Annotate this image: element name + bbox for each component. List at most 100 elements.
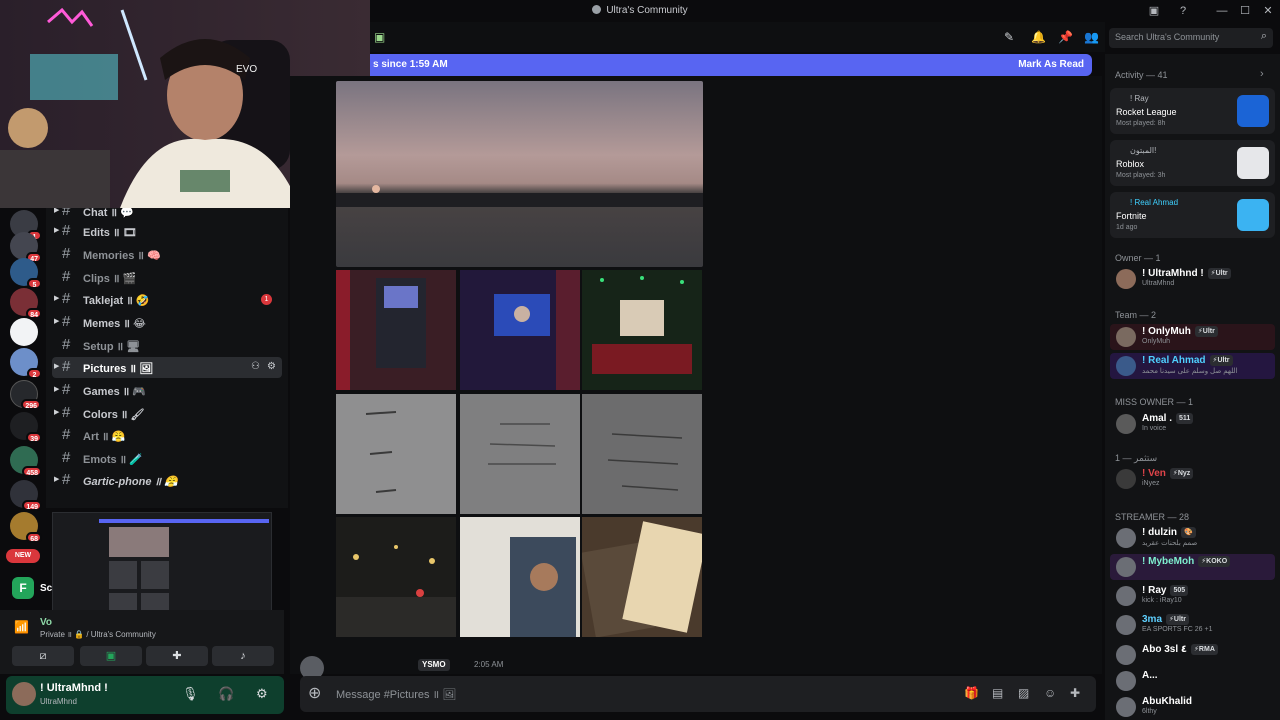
message-composer[interactable]: ⊕ Message #Pictures ॥ 🖼 🎁 ▤ ▨ ☺ ✚	[300, 676, 1096, 712]
image-attachment[interactable]	[460, 394, 580, 514]
emoji-icon[interactable]: ☺	[1044, 686, 1056, 700]
member-item[interactable]: ! Ray 505 kick : iRay10	[1110, 583, 1275, 609]
screen-share-button[interactable]: ▣	[80, 646, 142, 666]
search-box[interactable]: Search Ultra's Community ⌕	[1109, 28, 1273, 48]
role-tag: ⚡Ultr	[1207, 268, 1231, 279]
member-item[interactable]: ! Real Ahmad ⚡Ultr اللهم صل وسلم على سيدنا…	[1110, 353, 1275, 379]
members-icon[interactable]: 👥	[1084, 30, 1099, 44]
new-messages-bar[interactable]: s since 1:59 AM Mark As Read	[370, 54, 1092, 76]
image-attachment[interactable]	[582, 517, 702, 637]
activity-card[interactable]: ! Real Ahmad Fortnite 1d ago	[1110, 192, 1275, 238]
close-button[interactable]: ✕	[1260, 3, 1276, 19]
member-item[interactable]: Amal . 511 In voice	[1110, 411, 1275, 437]
server-icon[interactable]: 5	[10, 258, 42, 289]
channel-memories[interactable]: # Memories ॥ 🧠	[52, 244, 282, 265]
gear-icon[interactable]: ⚙	[267, 361, 276, 372]
member-item[interactable]: ! OnlyMuh ⚡Ultr OnlyMuh	[1110, 324, 1275, 350]
member-item[interactable]: ! MybeMoh ⚡KOKO	[1110, 554, 1275, 580]
soundboard-button[interactable]: ♪	[212, 646, 274, 666]
member-item[interactable]: ! UltraMhnd ! ⚡Ultr UltraMhnd	[1110, 266, 1275, 292]
channel-memes[interactable]: ▶ # Memes ॥ 😂	[52, 312, 282, 333]
image-attachment[interactable]	[336, 394, 456, 514]
activity-card[interactable]: المبتون! Roblox Most played: 3h	[1110, 140, 1275, 186]
server-icon[interactable]: 296	[10, 380, 41, 410]
apps-icon[interactable]: ✚	[1070, 686, 1080, 700]
channel-games[interactable]: ▶ # Games ॥ 🎮	[52, 380, 282, 401]
signal-icon[interactable]: 📶	[14, 620, 29, 634]
message-feed: YSMO 2:05 AM	[290, 76, 1102, 680]
mention-badge: 1	[261, 294, 272, 305]
headphones-icon[interactable]: 🎧	[218, 686, 234, 702]
avatar[interactable]	[12, 682, 36, 706]
image-attachment[interactable]	[460, 270, 580, 390]
avatar	[1116, 356, 1136, 376]
hash-icon: #	[62, 268, 71, 285]
new-badge[interactable]: NEW	[6, 549, 40, 563]
image-attachment[interactable]	[582, 394, 702, 514]
channel-edits[interactable]: ▶ # Edits ॥ 🎞	[52, 221, 282, 242]
server-icon[interactable]: 68	[10, 512, 42, 543]
voice-server-icon[interactable]: F	[12, 577, 34, 599]
server-icon[interactable]: 458	[10, 446, 42, 477]
activity-card[interactable]: ! Ray Rocket League Most played: 8h	[1110, 88, 1275, 134]
search-input[interactable]: Search Ultra's Community	[1115, 32, 1219, 42]
activities-button[interactable]: ✚	[146, 646, 208, 666]
channel-setup[interactable]: # Setup ॥ 🖥	[52, 335, 282, 356]
threads-icon[interactable]: ✎	[1004, 30, 1014, 44]
gif-icon[interactable]: ▤	[992, 686, 1003, 700]
camera-off-button[interactable]: ⧄	[12, 646, 74, 666]
pin-icon[interactable]: 📌	[1058, 30, 1073, 44]
avatar	[1116, 671, 1136, 691]
avatar	[1116, 697, 1136, 717]
channel-taklejat[interactable]: ▶ # Taklejat ॥ 🤣 1	[52, 289, 282, 310]
username[interactable]: ! UltraMhnd !	[40, 682, 108, 694]
channel-emots[interactable]: # Emots ॥ 🧪	[52, 448, 282, 469]
microphone-icon[interactable]: 🎙	[182, 686, 199, 702]
role-tag: YSMO	[418, 659, 450, 671]
voice-location[interactable]: Private ॥ 🔒 / Ultra's Community	[40, 629, 156, 640]
plus-icon[interactable]: ⊕	[308, 683, 321, 703]
mark-as-read-button[interactable]: Mark As Read	[1018, 59, 1084, 70]
member-item[interactable]: ! Ven ⚡Nyz iNyez	[1110, 466, 1275, 492]
image-attachment[interactable]	[336, 81, 703, 267]
channel-colors[interactable]: ▶ # Colors ॥ 🖌	[52, 403, 282, 424]
gift-icon[interactable]: 🎁	[964, 686, 979, 700]
rocket-league-icon	[1237, 95, 1269, 127]
member-item[interactable]: AbuKhalid 6lthy	[1110, 694, 1275, 720]
image-attachment[interactable]	[336, 517, 456, 637]
hash-icon: #	[62, 381, 71, 398]
member-item[interactable]: A...	[1110, 668, 1275, 694]
member-item[interactable]: ! dulzin 🎨 صمم بلحنات عقريد	[1110, 525, 1275, 551]
member-item[interactable]: 3ma ⚡Ultr EA SPORTS FC 26 +1	[1110, 612, 1275, 638]
channel-gartic-phone[interactable]: ▶ # Gartic-phone ॥ 😤	[52, 470, 282, 491]
channel-clips[interactable]: # Clips ॥ 🎬	[52, 267, 282, 288]
message-input[interactable]: Message #Pictures ॥ 🖼	[336, 687, 456, 702]
server-icon[interactable]: 39	[10, 412, 42, 443]
server-icon[interactable]: 149	[10, 480, 42, 511]
minimize-button[interactable]: —	[1214, 3, 1230, 19]
bell-icon[interactable]: 🔔	[1031, 30, 1046, 44]
maximize-button[interactable]: ☐	[1237, 3, 1253, 19]
image-attachment[interactable]	[336, 270, 456, 390]
chevron-right-icon[interactable]: ›	[1260, 68, 1264, 80]
preview-tile	[109, 527, 169, 557]
server-icon[interactable]: 2	[10, 348, 42, 379]
sticker-icon[interactable]: ▨	[1018, 686, 1029, 700]
inbox-icon[interactable]: ▣	[1146, 3, 1162, 19]
channel-art[interactable]: # Art ॥ 😤	[52, 425, 282, 446]
image-attachment[interactable]	[582, 270, 702, 390]
avatar	[1116, 645, 1136, 665]
avatar	[1116, 615, 1136, 635]
member-item[interactable]: Abo 3sl ٤ ⚡RMA	[1110, 642, 1275, 668]
add-member-icon[interactable]: ⚇	[251, 361, 260, 372]
settings-gear-icon[interactable]: ⚙	[256, 686, 268, 702]
fortnite-icon	[1237, 199, 1269, 231]
image-attachment[interactable]	[460, 517, 580, 637]
server-icon[interactable]: 47	[10, 232, 42, 263]
channel-pictures[interactable]: ▶ # Pictures ॥ 🖼 ⚇ ⚙	[52, 357, 282, 378]
server-icon[interactable]: 84	[10, 288, 42, 319]
new-messages-since: s since 1:59 AM	[373, 59, 448, 70]
server-icon[interactable]	[10, 318, 38, 346]
help-icon[interactable]: ?	[1175, 3, 1191, 19]
role-tag: ⚡Ultr	[1194, 326, 1218, 337]
